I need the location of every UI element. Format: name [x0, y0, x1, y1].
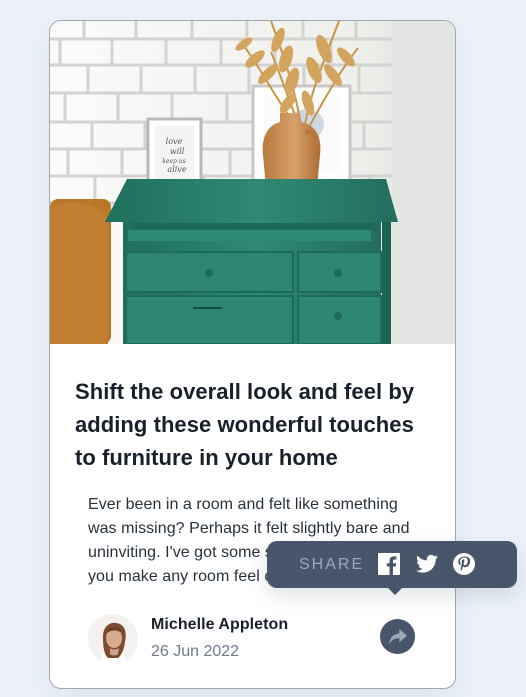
article-footer: Michelle Appleton 26 Jun 2022 [88, 614, 419, 665]
facebook-icon[interactable] [378, 553, 400, 575]
article-hero-image: love will keep us alive [50, 21, 455, 344]
svg-text:keep us: keep us [162, 158, 185, 165]
pinterest-icon[interactable] [453, 553, 475, 575]
share-label: SHARE [299, 556, 365, 573]
article-title: Shift the overall look and feel by addin… [75, 379, 415, 470]
twitter-icon[interactable] [416, 553, 438, 575]
author-avatar [88, 614, 138, 664]
article-content: Shift the overall look and feel by addin… [75, 375, 430, 474]
svg-text:alive: alive [167, 165, 186, 174]
author-name: Michelle Appleton [151, 616, 289, 633]
share-popover: SHARE [267, 541, 517, 595]
article-date: 26 Jun 2022 [151, 643, 240, 660]
article-preview-page: love will keep us alive Shift the overal… [0, 0, 526, 697]
svg-text:love: love [166, 137, 183, 146]
share-button[interactable] [380, 619, 415, 654]
svg-text:will: will [170, 147, 185, 156]
share-icon [388, 628, 407, 644]
